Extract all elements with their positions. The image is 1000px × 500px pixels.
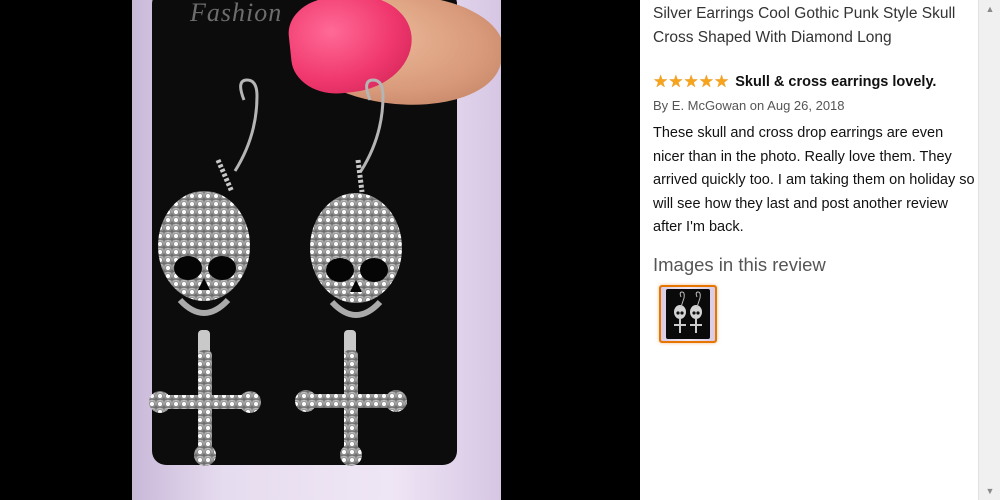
review-photo: Fashion <box>132 0 501 500</box>
left-earring <box>149 78 261 466</box>
star-icon: ★ <box>668 72 684 91</box>
images-heading: Images in this review <box>653 254 826 275</box>
star-icon: ★ <box>714 72 730 91</box>
product-title[interactable]: Silver Earrings Cool Gothic Punk Style S… <box>653 2 973 50</box>
vertical-scrollbar[interactable]: ▲ ▼ <box>978 0 1000 500</box>
review-title: Skull & cross earrings lovely. <box>735 74 937 90</box>
rating-row: ★ ★ ★ ★ ★ Skull & cross earrings lovely. <box>653 72 936 92</box>
star-icon: ★ <box>653 72 669 91</box>
right-earring <box>295 78 407 466</box>
star-icon: ★ <box>683 72 699 91</box>
review-image-viewer: Fashion <box>0 0 640 500</box>
earrings-illustration <box>149 78 407 466</box>
thumbnail-earrings <box>674 291 702 333</box>
scroll-down-arrow-icon[interactable]: ▼ <box>979 482 1000 500</box>
star-icon: ★ <box>698 72 714 91</box>
review-body: These skull and cross drop earrings are … <box>653 125 975 235</box>
review-byline: By E. McGowan on Aug 26, 2018 <box>653 98 845 113</box>
star-rating: ★ ★ ★ ★ ★ <box>653 72 729 92</box>
scroll-up-arrow-icon[interactable]: ▲ <box>979 0 1000 18</box>
review-image-thumbnail[interactable] <box>659 285 717 343</box>
